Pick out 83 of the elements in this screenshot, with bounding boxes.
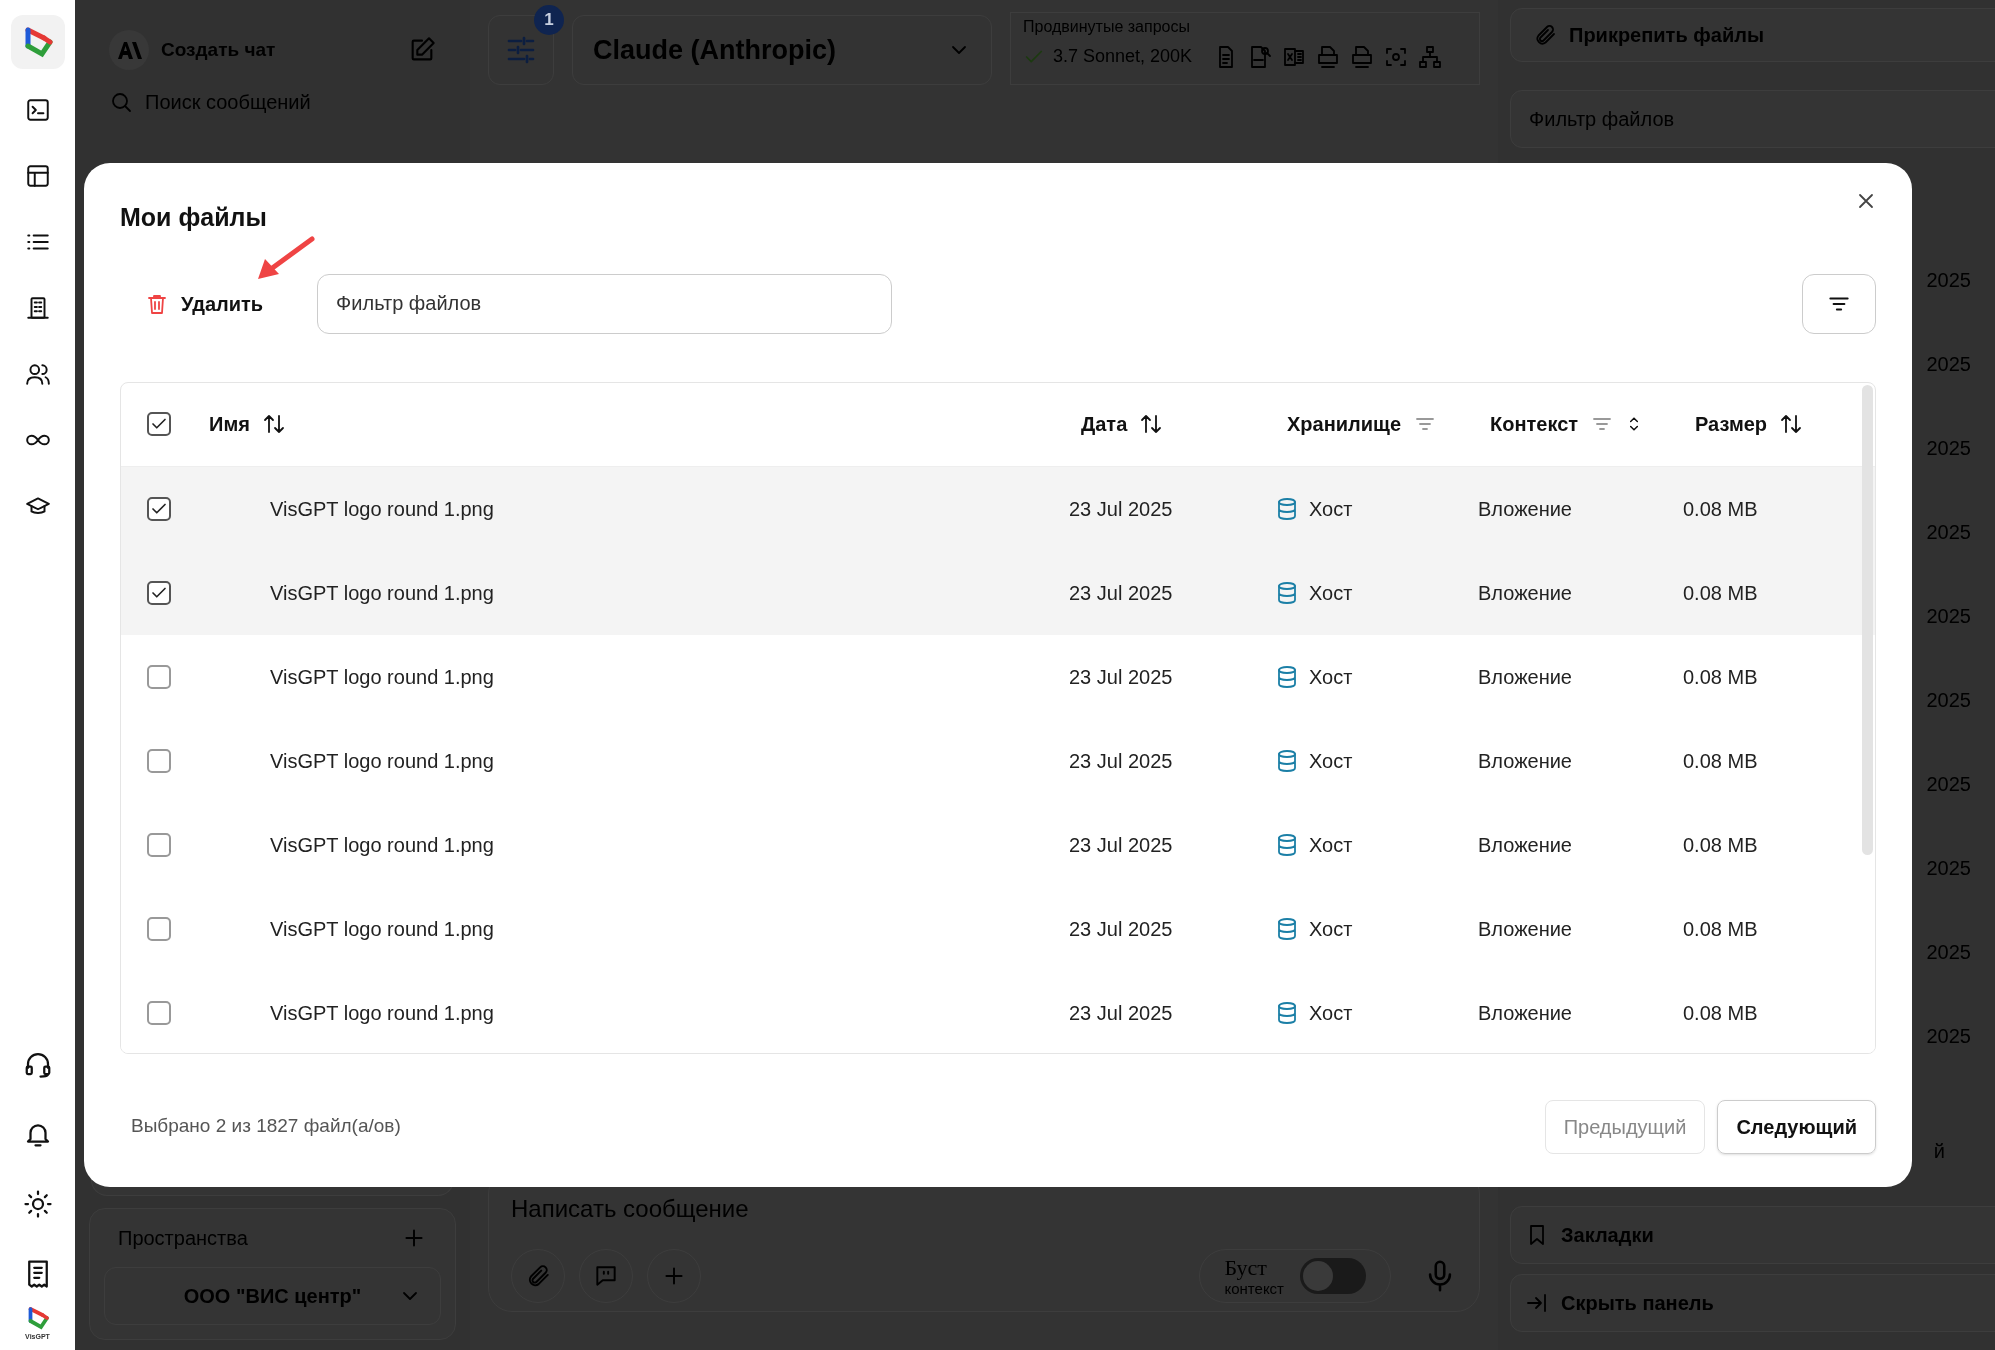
checkbox[interactable] <box>146 580 171 605</box>
file-date: 23 Jul 2025 <box>1069 581 1173 604</box>
storage-label: Хост <box>1309 748 1353 774</box>
storage-label: Хост <box>1309 1000 1353 1026</box>
toggle-switch[interactable] <box>1300 1258 1366 1294</box>
scrollbar[interactable] <box>1862 384 1873 855</box>
file-filter-field[interactable]: Фильтр файлов <box>317 273 893 334</box>
database-icon <box>1275 496 1299 521</box>
sort-icon[interactable] <box>1139 412 1164 436</box>
storage-label: Хост <box>1309 916 1353 942</box>
table-row[interactable]: VisGPT logo round 1.png 23 Jul 2025 Хост Вложение 0.08 MB <box>121 466 1875 551</box>
context-label: Вложение <box>1478 1001 1572 1024</box>
app-logo[interactable] <box>10 15 65 69</box>
context-label: Вложение <box>1478 665 1572 688</box>
file-size: 0.08 MB <box>1683 497 1758 520</box>
checkbox[interactable] <box>146 832 171 857</box>
file-date: 23 Jul 2025 <box>1069 665 1173 688</box>
filter-button[interactable] <box>1802 273 1876 334</box>
hierarchy-icon[interactable] <box>1418 44 1443 69</box>
terminal-icon[interactable] <box>24 97 51 123</box>
file-date: 23 Jul 2025 <box>1069 497 1173 520</box>
file-name: VisGPT logo round 1.png <box>270 581 494 604</box>
selection-summary: Выбрано 2 из 1827 файл(а/ов) <box>131 1114 401 1139</box>
next-button[interactable]: Следующий <box>1717 1099 1876 1154</box>
column-header: Дата <box>1081 412 1128 437</box>
context-label: Вложение <box>1478 833 1572 856</box>
file-size: 0.08 MB <box>1683 665 1758 688</box>
checkbox[interactable] <box>146 496 171 521</box>
context-label: Вложение <box>1478 581 1572 604</box>
database-icon <box>1275 748 1299 773</box>
file-name: VisGPT logo round 1.png <box>270 497 494 520</box>
database-icon <box>1275 664 1299 689</box>
file-size: 0.08 MB <box>1683 1001 1758 1024</box>
quote-icon <box>593 1263 619 1289</box>
storage-label: Хост <box>1309 580 1353 606</box>
delete-button[interactable]: Удалить <box>120 273 289 334</box>
building-icon[interactable] <box>24 295 51 321</box>
checkbox[interactable] <box>146 916 171 941</box>
file-size: 0.08 MB <box>1683 749 1758 772</box>
context-label: Вложение <box>1478 917 1572 940</box>
sort-icon[interactable] <box>1779 412 1804 436</box>
file-name: VisGPT logo round 1.png <box>270 917 494 940</box>
context-label: Вложение <box>1478 749 1572 772</box>
sort-icon[interactable] <box>261 412 286 436</box>
storage-label: Хост <box>1309 832 1353 858</box>
database-icon <box>1275 580 1299 605</box>
file-size: 0.08 MB <box>1683 917 1758 940</box>
file-date: 23 Jul 2025 <box>1069 917 1173 940</box>
column-header: Размер <box>1695 412 1768 437</box>
users-icon[interactable] <box>24 361 51 387</box>
checkbox[interactable] <box>146 1000 171 1025</box>
notification-badge: 1 <box>534 5 564 35</box>
storage-label: Хост <box>1309 496 1353 522</box>
file-size: 0.08 MB <box>1683 581 1758 604</box>
file-date: 23 Jul 2025 <box>1069 1001 1173 1024</box>
checkbox[interactable] <box>146 664 171 689</box>
file-name: VisGPT logo round 1.png <box>270 665 494 688</box>
database-icon <box>1275 916 1299 941</box>
file-name: VisGPT logo round 1.png <box>270 749 494 772</box>
file-name: VisGPT logo round 1.png <box>270 1001 494 1024</box>
file-size: 0.08 MB <box>1683 833 1758 856</box>
context-label: Вложение <box>1478 497 1572 520</box>
annotation-arrow <box>255 234 315 282</box>
column-header: Контекст <box>1490 412 1579 437</box>
database-icon <box>1275 832 1299 857</box>
database-icon <box>1275 1000 1299 1025</box>
checkbox[interactable] <box>146 748 171 773</box>
paperclip-icon <box>1533 23 1557 47</box>
file-date: 23 Jul 2025 <box>1069 833 1173 856</box>
file-date: 23 Jul 2025 <box>1069 749 1173 772</box>
checkbox[interactable] <box>146 412 171 436</box>
column-header: Хранилище <box>1287 412 1402 437</box>
sun-icon[interactable] <box>22 1189 53 1219</box>
collapse-icon <box>1525 1291 1549 1315</box>
column-header: Имя <box>209 412 250 437</box>
table-row[interactable]: VisGPT logo round 1.png 23 Jul 2025 Хост Вложение 0.08 MB <box>121 550 1875 635</box>
dialog-title: Мои файлы <box>120 202 267 233</box>
anthropic-logo <box>109 30 149 70</box>
storage-label: Хост <box>1309 664 1353 690</box>
pdf-icon[interactable] <box>1248 44 1273 69</box>
file-name: VisGPT logo round 1.png <box>270 833 494 856</box>
search-icon <box>109 90 133 114</box>
layout-icon[interactable] <box>24 163 51 189</box>
